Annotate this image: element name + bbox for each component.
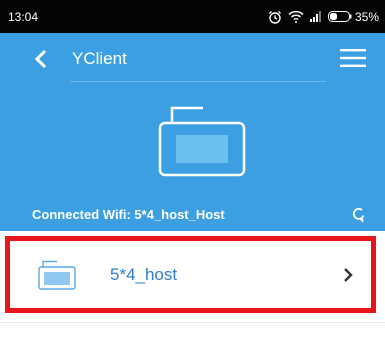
device-screen-icon [158,105,246,182]
battery: 35% [327,9,379,24]
wifi-icon [288,10,304,23]
app-title: YClient [72,49,127,68]
row-divider [0,322,385,323]
alarm-icon [268,10,282,24]
host-list-item[interactable]: 5*4_host [10,241,371,308]
refresh-button[interactable] [349,204,369,224]
refresh-icon [352,207,365,222]
app-header: YClient Connected Wifi: 5*4_host_Host [0,33,385,231]
chevron-right-icon [343,267,353,283]
status-bar: 13:04 35% [0,0,385,33]
host-screen-icon [38,260,76,290]
signal-icon [309,11,322,22]
battery-level: 35% [354,9,379,24]
battery-icon [327,11,352,22]
status-icons: 35% [268,10,379,24]
chevron-left-icon [34,50,47,68]
back-button[interactable] [28,47,52,71]
connected-wifi-label: Connected Wifi: 5*4_host_Host [32,207,225,222]
host-name: 5*4_host [110,264,178,284]
hamburger-menu-icon [340,49,366,67]
title-divider [70,81,326,82]
menu-button[interactable] [339,46,367,70]
status-time: 13:04 [8,9,39,24]
